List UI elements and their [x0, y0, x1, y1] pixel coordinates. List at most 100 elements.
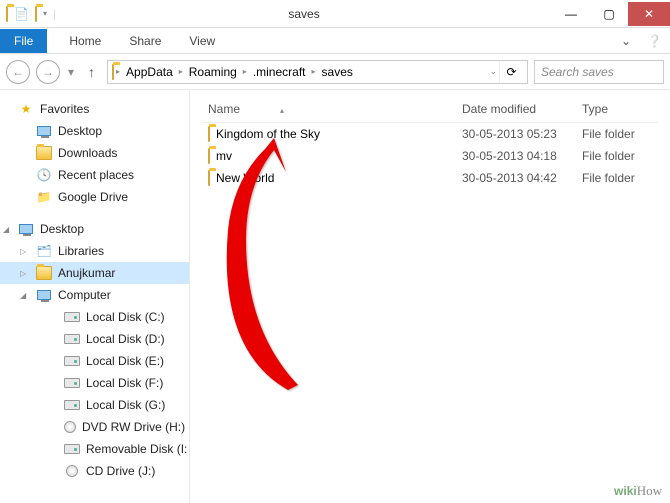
- minimize-button[interactable]: —: [552, 2, 590, 26]
- favorites-label: Favorites: [40, 102, 89, 116]
- user-folder-icon: [36, 265, 52, 281]
- favorites-header[interactable]: ★ Favorites: [0, 98, 189, 120]
- tree-drive[interactable]: Local Disk (D:): [0, 328, 189, 350]
- tree-label: CD Drive (J:): [86, 464, 155, 478]
- tab-view[interactable]: View: [175, 29, 229, 53]
- tree-libraries[interactable]: ▷ 🗂 Libraries: [0, 240, 189, 262]
- file-name: New World: [216, 171, 274, 185]
- up-button[interactable]: ↑: [82, 64, 101, 80]
- sidebar-item-label: Downloads: [58, 146, 117, 160]
- back-button[interactable]: ←: [6, 60, 30, 84]
- cd-icon: [64, 463, 80, 479]
- tree-label: Local Disk (C:): [86, 310, 165, 324]
- file-row[interactable]: Kingdom of the Sky 30-05-2013 05:23 File…: [202, 123, 658, 145]
- file-type: File folder: [582, 171, 658, 185]
- computer-icon: [36, 287, 52, 303]
- tree-expand-icon[interactable]: ▷: [20, 269, 26, 278]
- tree-cd-drive[interactable]: CD Drive (J:): [0, 460, 189, 482]
- breadcrumb-seg[interactable]: .minecraft: [249, 65, 310, 79]
- tree-collapse-icon[interactable]: ◢: [20, 291, 26, 300]
- tree-computer[interactable]: ◢ Computer: [0, 284, 189, 306]
- title-bar: 📄 ▾ | saves — ▢ ✕: [0, 0, 670, 28]
- forward-button[interactable]: →: [36, 60, 60, 84]
- column-label: Name: [208, 102, 240, 116]
- tree-drive[interactable]: Local Disk (C:): [0, 306, 189, 328]
- breadcrumb[interactable]: ▸ AppData ▸ Roaming ▸ .minecraft ▸ saves…: [107, 60, 528, 84]
- drive-icon: [64, 441, 80, 457]
- tree-collapse-icon[interactable]: ◢: [3, 225, 9, 234]
- tree-dvd-drive[interactable]: DVD RW Drive (H:): [0, 416, 189, 438]
- breadcrumb-seg[interactable]: Roaming: [185, 65, 241, 79]
- file-tab[interactable]: File: [0, 29, 47, 53]
- file-list: Name ▴ Date modified Type Kingdom of the …: [190, 90, 670, 503]
- maximize-button[interactable]: ▢: [590, 2, 628, 26]
- tab-share[interactable]: Share: [115, 29, 175, 53]
- address-dropdown-icon[interactable]: ⌄: [489, 66, 497, 77]
- ribbon-expand-icon[interactable]: ⌄: [613, 34, 639, 48]
- tree-expand-icon[interactable]: ▷: [20, 247, 26, 256]
- drive-icon: [64, 331, 80, 347]
- sidebar-item-label: Google Drive: [58, 190, 128, 204]
- column-type[interactable]: Type: [582, 102, 658, 116]
- tree-user[interactable]: ▷ Anujkumar: [0, 262, 189, 284]
- tree-drive[interactable]: Local Disk (G:): [0, 394, 189, 416]
- qat-open-icon[interactable]: [35, 7, 37, 21]
- navigation-pane: ★ Favorites Desktop Downloads 🕓 Recent pl…: [0, 90, 190, 503]
- breadcrumb-seg[interactable]: AppData: [122, 65, 177, 79]
- sidebar-item-label: Desktop: [58, 124, 102, 138]
- desktop-icon: [18, 221, 34, 237]
- sidebar-item-downloads[interactable]: Downloads: [0, 142, 189, 164]
- app-icon: [6, 7, 8, 21]
- column-date[interactable]: Date modified: [462, 102, 582, 116]
- tree-drive[interactable]: Local Disk (F:): [0, 372, 189, 394]
- file-type: File folder: [582, 149, 658, 163]
- column-name[interactable]: Name ▴: [202, 102, 462, 116]
- qat-dropdown-icon[interactable]: ▾: [43, 9, 47, 18]
- folder-icon: [208, 149, 210, 163]
- folder-icon: [208, 127, 210, 141]
- gdrive-icon: 📁: [36, 189, 52, 205]
- sidebar-item-recent[interactable]: 🕓 Recent places: [0, 164, 189, 186]
- file-name: Kingdom of the Sky: [216, 127, 320, 141]
- sidebar-item-gdrive[interactable]: 📁 Google Drive: [0, 186, 189, 208]
- ribbon-tabs: File Home Share View ⌄ ❔: [0, 28, 670, 54]
- file-date: 30-05-2013 04:42: [462, 171, 582, 185]
- tree-drive[interactable]: Local Disk (E:): [0, 350, 189, 372]
- star-icon: ★: [18, 101, 34, 117]
- refresh-icon[interactable]: ⟳: [499, 61, 523, 83]
- tree-label: Local Disk (G:): [86, 398, 165, 412]
- search-placeholder: Search saves: [541, 65, 614, 79]
- tree-label: Computer: [58, 288, 111, 302]
- sort-indicator-icon: ▴: [280, 106, 284, 115]
- address-bar: ← → ▾ ↑ ▸ AppData ▸ Roaming ▸ .minecraft…: [0, 54, 670, 90]
- tree-label: Libraries: [58, 244, 104, 258]
- chevron-right-icon[interactable]: ▸: [179, 67, 183, 76]
- close-button[interactable]: ✕: [628, 2, 670, 26]
- file-row[interactable]: mv 30-05-2013 04:18 File folder: [202, 145, 658, 167]
- tree-label: Removable Disk (I:: [86, 442, 187, 456]
- chevron-right-icon[interactable]: ▸: [116, 67, 120, 76]
- breadcrumb-seg[interactable]: saves: [318, 65, 357, 79]
- recent-icon: 🕓: [36, 167, 52, 183]
- file-row[interactable]: New World 30-05-2013 04:42 File folder: [202, 167, 658, 189]
- chevron-right-icon[interactable]: ▸: [243, 67, 247, 76]
- file-type: File folder: [582, 127, 658, 141]
- tab-home[interactable]: Home: [55, 29, 115, 53]
- tree-label: Anujkumar: [58, 266, 115, 280]
- folder-icon: [208, 171, 210, 185]
- chevron-right-icon[interactable]: ▸: [312, 67, 316, 76]
- tree-label: DVD RW Drive (H:): [82, 420, 185, 434]
- tree-label: Local Disk (F:): [86, 376, 163, 390]
- file-name: mv: [216, 149, 232, 163]
- history-dropdown-icon[interactable]: ▾: [66, 65, 76, 79]
- tree-desktop[interactable]: ◢ Desktop: [0, 218, 189, 240]
- help-icon[interactable]: ❔: [639, 34, 670, 48]
- tree-label: Local Disk (D:): [86, 332, 165, 346]
- sidebar-item-desktop[interactable]: Desktop: [0, 120, 189, 142]
- qat-new-icon[interactable]: 📄: [14, 7, 29, 21]
- drive-icon: [64, 353, 80, 369]
- search-input[interactable]: Search saves: [534, 60, 664, 84]
- tree-label: Local Disk (E:): [86, 354, 164, 368]
- tree-removable-disk[interactable]: Removable Disk (I:: [0, 438, 189, 460]
- sidebar-item-label: Recent places: [58, 168, 134, 182]
